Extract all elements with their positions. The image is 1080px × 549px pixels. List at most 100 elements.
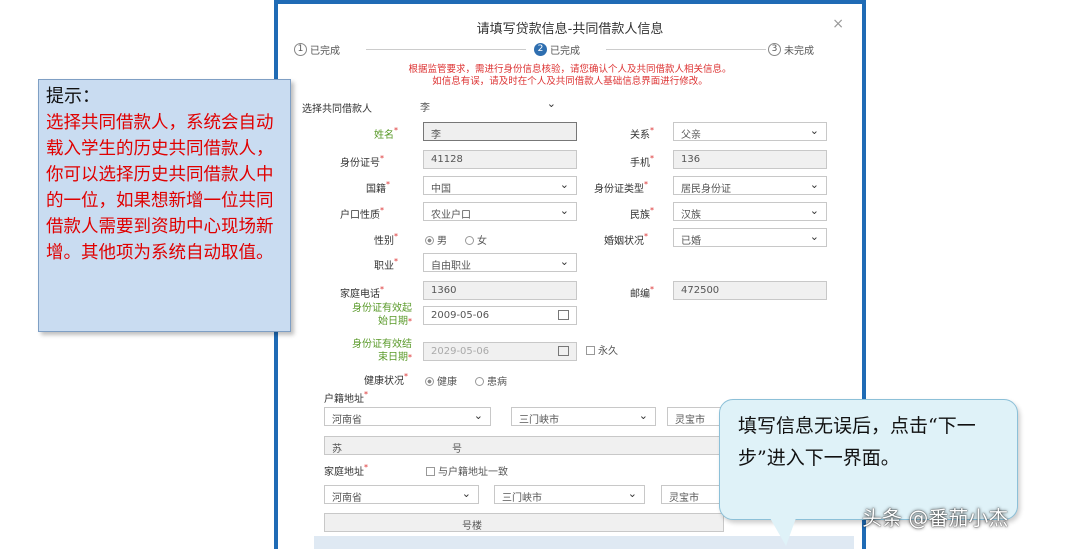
- relation-select[interactable]: 父亲 ⌄: [673, 122, 827, 141]
- required-mark: *: [650, 206, 654, 215]
- notice-line-2: 如信息有误，请及时在个人及共同借款人基础信息界面进行修改。: [432, 76, 708, 87]
- household-detail-field[interactable]: 苏号: [324, 436, 724, 455]
- required-mark: *: [394, 232, 398, 241]
- home-address-label-text: 家庭地址: [324, 467, 364, 478]
- phone-field[interactable]: 136: [673, 150, 827, 169]
- id-end-date-field[interactable]: 2029-05-06: [423, 342, 577, 361]
- step-3: 3 未完成: [768, 42, 814, 57]
- required-mark: *: [364, 463, 368, 472]
- radio-selected-icon: [425, 377, 434, 386]
- id-number-value: 41128: [431, 154, 463, 165]
- occupation-select[interactable]: 自由职业 ⌄: [423, 253, 577, 272]
- step-2-label: 已完成: [550, 46, 580, 57]
- household-type-value: 农业户口: [431, 210, 471, 221]
- gender-female-radio[interactable]: 女: [465, 232, 487, 247]
- calendar-icon[interactable]: [558, 310, 569, 320]
- id-start-label: 身份证有效起 始日期*: [334, 302, 412, 328]
- home-address-label: 家庭地址*: [324, 463, 368, 478]
- id-number-label-text: 身份证号: [340, 158, 380, 169]
- required-mark: *: [394, 126, 398, 135]
- chevron-down-icon: ⌄: [627, 487, 637, 500]
- name-label-text: 姓名: [374, 130, 394, 141]
- postcode-field[interactable]: 472500: [673, 281, 827, 300]
- chevron-down-icon: ⌄: [809, 204, 819, 217]
- radio-selected-icon: [425, 236, 434, 245]
- nationality-select[interactable]: 中国 ⌄: [423, 176, 577, 195]
- id-start-label-line-2: 始日期: [378, 316, 408, 327]
- required-mark: *: [650, 285, 654, 294]
- home-city-select[interactable]: 三门峡市 ⌄: [494, 485, 645, 504]
- calendar-icon[interactable]: [558, 346, 569, 356]
- home-detail-end: 号楼: [462, 521, 482, 532]
- required-mark: *: [380, 154, 384, 163]
- name-value: 李: [431, 130, 441, 141]
- notice-line-1: 根据监管要求，需进行身份信息核验，请您确认个人及共同借款人相关信息。: [408, 64, 732, 75]
- watermark: 头条 @番茄小杰: [862, 506, 1009, 530]
- health-healthy-label: 健康: [437, 377, 457, 388]
- household-province-value: 河南省: [332, 415, 362, 426]
- postcode-value: 472500: [681, 285, 720, 296]
- home-county-select[interactable]: 灵宝市: [661, 485, 721, 504]
- id-end-value: 2029-05-06: [431, 346, 490, 357]
- health-ill-radio[interactable]: 患病: [475, 373, 507, 388]
- checkbox-icon: [426, 467, 435, 476]
- id-number-field[interactable]: 41128: [423, 150, 577, 169]
- nationality-label-text: 国籍: [366, 184, 386, 195]
- select-coborrower-dropdown[interactable]: 李 ⌄: [413, 96, 563, 115]
- household-type-select[interactable]: 农业户口 ⌄: [423, 202, 577, 221]
- gender-label: 性别*: [374, 232, 398, 247]
- required-mark: *: [650, 154, 654, 163]
- home-detail-field[interactable]: 号楼: [324, 513, 724, 532]
- home-city-value: 三门峡市: [502, 493, 542, 504]
- health-healthy-radio[interactable]: 健康: [425, 373, 457, 388]
- required-mark: *: [408, 353, 412, 362]
- id-start-label-line-1: 身份证有效起: [352, 303, 412, 314]
- home-province-select[interactable]: 河南省 ⌄: [324, 485, 479, 504]
- id-start-date-field[interactable]: 2009-05-06: [423, 306, 577, 325]
- household-county-select[interactable]: 灵宝市: [667, 407, 727, 426]
- marital-label-text: 婚姻状况: [604, 236, 644, 247]
- name-field[interactable]: 李: [423, 122, 577, 141]
- marital-select[interactable]: 已婚 ⌄: [673, 228, 827, 247]
- phone-label: 手机*: [630, 154, 654, 169]
- same-as-household-label: 与户籍地址一致: [438, 467, 508, 478]
- home-county-value: 灵宝市: [669, 493, 699, 504]
- gender-male-radio[interactable]: 男: [425, 232, 447, 247]
- step-2: 2 已完成: [534, 42, 580, 57]
- step-divider: [366, 49, 526, 50]
- id-type-select[interactable]: 居民身份证 ⌄: [673, 176, 827, 195]
- chevron-down-icon: ⌄: [559, 204, 569, 217]
- dialog-title: 请填写贷款信息-共同借款人信息: [476, 22, 664, 37]
- household-address-label: 户籍地址*: [324, 390, 368, 405]
- household-city-select[interactable]: 三门峡市 ⌄: [511, 407, 656, 426]
- ethnicity-label-text: 民族: [630, 210, 650, 221]
- radio-icon: [475, 377, 484, 386]
- id-number-label: 身份证号*: [340, 154, 384, 169]
- same-as-household-checkbox[interactable]: 与户籍地址一致: [426, 463, 508, 478]
- home-phone-field[interactable]: 1360: [423, 281, 577, 300]
- required-mark: *: [644, 232, 648, 241]
- id-type-value: 居民身份证: [681, 184, 731, 195]
- home-phone-label: 家庭电话*: [340, 285, 384, 300]
- gender-male-label: 男: [437, 236, 447, 247]
- close-icon[interactable]: ×: [832, 16, 844, 32]
- household-province-select[interactable]: 河南省 ⌄: [324, 407, 491, 426]
- household-city-value: 三门峡市: [519, 415, 559, 426]
- step-divider: [606, 49, 766, 50]
- chevron-down-icon: ⌄: [809, 124, 819, 137]
- permanent-checkbox[interactable]: 永久: [586, 342, 618, 357]
- required-mark: *: [650, 126, 654, 135]
- chevron-down-icon: ⌄: [559, 255, 569, 268]
- gender-label-text: 性别: [374, 236, 394, 247]
- health-ill-label: 患病: [487, 377, 507, 388]
- id-end-label: 身份证有效结 束日期*: [334, 338, 412, 364]
- relation-label: 关系*: [630, 126, 654, 141]
- ethnicity-value: 汉族: [681, 210, 701, 221]
- select-coborrower-value: 李: [420, 103, 430, 114]
- required-mark: *: [380, 285, 384, 294]
- tip-callout-left: 提示： 选择共同借款人，系统会自动载入学生的历史共同借款人，你可以选择历史共同借…: [38, 79, 291, 332]
- ethnicity-select[interactable]: 汉族 ⌄: [673, 202, 827, 221]
- phone-value: 136: [681, 154, 701, 165]
- step-1: 1 已完成: [294, 42, 340, 57]
- name-label: 姓名*: [374, 126, 398, 141]
